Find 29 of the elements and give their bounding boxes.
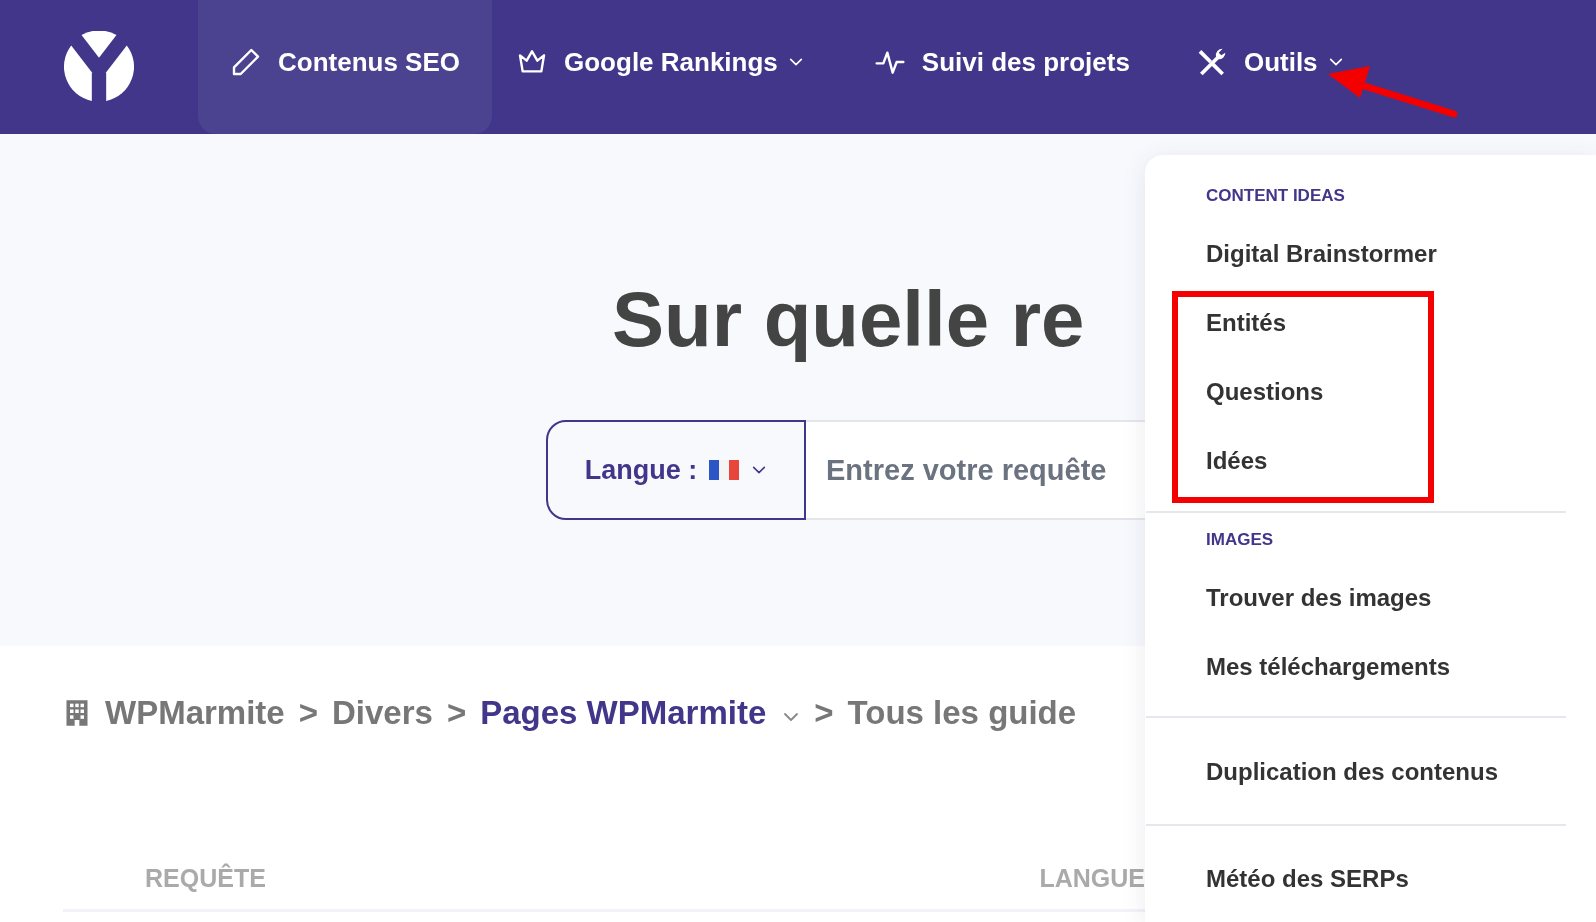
page-heading: Sur quelle re xyxy=(612,274,1085,364)
column-header: LANGUE xyxy=(1039,864,1145,893)
search-field[interactable]: Entrez votre requête xyxy=(806,420,1146,520)
breadcrumb-separator: > xyxy=(814,694,834,732)
breadcrumb-link[interactable]: Pages WPMarmite xyxy=(480,694,767,732)
nav-tab[interactable]: Outils xyxy=(1163,0,1376,134)
menu-section-heading: IMAGES xyxy=(1206,529,1275,551)
breadcrumb-separator: > xyxy=(446,694,467,732)
logo-icon[interactable] xyxy=(63,31,135,103)
column-header: REQUÊTE xyxy=(145,864,266,893)
nav-tab[interactable]: Contenus SEO xyxy=(198,0,492,134)
nav-tab[interactable]: Suivi des projets xyxy=(835,0,1164,134)
menu-item[interactable]: Mes téléchargements xyxy=(1206,632,1566,701)
flag-icon xyxy=(709,459,740,481)
language-selector[interactable]: Langue : xyxy=(546,420,806,520)
breadcrumb-link[interactable]: Tous les guide xyxy=(847,694,1077,732)
menu-item[interactable]: Entités xyxy=(1206,288,1566,357)
menu-item[interactable]: Météo des SERPs xyxy=(1206,851,1566,907)
breadcrumb-link[interactable]: WPMarmite xyxy=(105,694,285,732)
menu-item[interactable]: Digital Brainstormer xyxy=(1206,219,1566,288)
menu-item[interactable]: Questions xyxy=(1206,357,1566,426)
breadcrumb-link[interactable]: Divers xyxy=(332,694,433,732)
breadcrumb-separator: > xyxy=(298,694,318,732)
pencil-icon xyxy=(230,46,262,78)
menu-item[interactable]: Trouver des images xyxy=(1206,563,1566,632)
menu-item[interactable]: Duplication des contenus xyxy=(1206,744,1566,800)
menu-item[interactable]: Idées xyxy=(1206,426,1566,495)
menu-section-heading: CONTENT IDEAS xyxy=(1206,185,1346,207)
nav-tab[interactable]: Google Rankings xyxy=(492,0,836,134)
